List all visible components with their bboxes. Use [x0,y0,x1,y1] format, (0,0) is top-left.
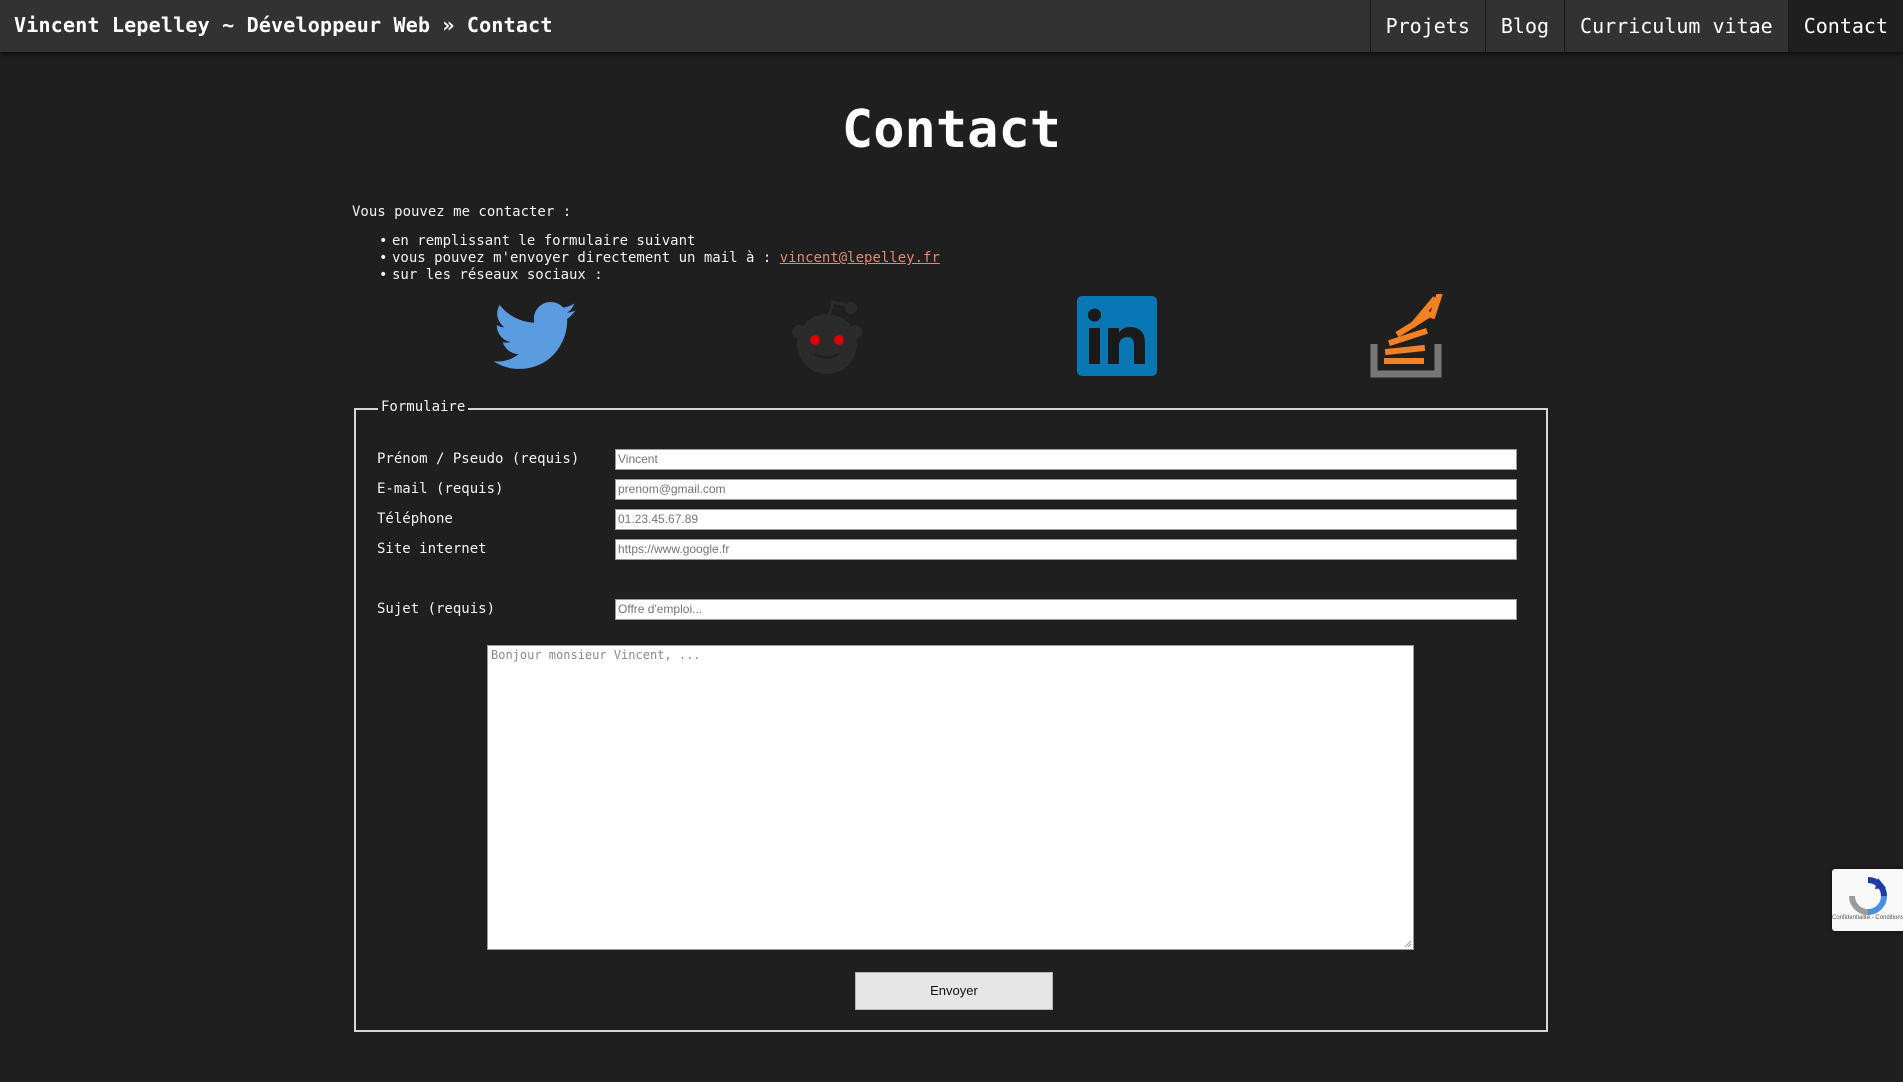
site-title[interactable]: Vincent Lepelley ~ Développeur Web » Con… [14,13,553,37]
main-nav: Projets Blog Curriculum vitae Contact [1369,0,1903,52]
recaptcha-badge[interactable]: Confidentialité - Conditions [1832,869,1903,931]
top-navbar: Vincent Lepelley ~ Développeur Web » Con… [0,0,1903,52]
submit-button[interactable]: Envoyer [855,972,1053,1010]
firstname-input[interactable]: Vincent [615,449,1517,470]
twitter-icon [494,302,577,369]
contact-methods-list: • en remplissant le formulaire suivant • v… [352,233,940,284]
recaptcha-icon [1849,877,1887,915]
email-label: E-mail (requis) [377,481,504,497]
reddit-link[interactable] [785,294,869,378]
contact-form: Formulaire Prénom / Pseudo (requis) Vinc… [354,399,1548,1032]
nav-item-projets[interactable]: Projets [1369,0,1485,52]
nav-item-contact[interactable]: Contact [1787,0,1903,52]
form-legend: Formulaire [378,399,469,415]
reddit-icon [792,300,862,374]
contact-intro: Vous pouvez me contacter : [352,204,572,220]
stackoverflow-link[interactable] [1366,294,1450,378]
linkedin-icon [1077,296,1157,376]
twitter-link[interactable] [494,294,578,378]
phone-label: Téléphone [377,511,453,527]
stackoverflow-icon [1370,294,1444,378]
email-input[interactable]: prenom@gmail.com [615,479,1517,500]
message-placeholder: Bonjour monsieur Vincent, ... [491,648,701,662]
subject-label: Sujet (requis) [377,601,496,617]
subject-input[interactable]: Offre d'emploi... [615,599,1517,620]
firstname-label: Prénom / Pseudo (requis) [377,451,580,467]
page-title: Contact [841,100,1062,160]
list-item: • vous pouvez m'envoyer directement un ma… [379,250,940,266]
recaptcha-terms[interactable]: Confidentialité - Conditions [1832,915,1903,921]
list-item: • en remplissant le formulaire suivant [379,233,696,249]
nav-item-blog[interactable]: Blog [1484,0,1564,52]
website-label: Site internet [377,541,487,557]
resize-grip-icon[interactable] [1403,939,1412,948]
nav-item-curriculum-vitae[interactable]: Curriculum vitae [1564,0,1788,52]
email-link[interactable]: vincent@lepelley.fr [780,250,940,266]
message-textarea[interactable]: Bonjour monsieur Vincent, ... [487,645,1414,950]
linkedin-link[interactable] [1075,294,1159,378]
list-item: • sur les réseaux sociaux : [379,267,603,283]
phone-input[interactable]: 01.23.45.67.89 [615,509,1517,530]
website-input[interactable]: https://www.google.fr [615,539,1517,560]
